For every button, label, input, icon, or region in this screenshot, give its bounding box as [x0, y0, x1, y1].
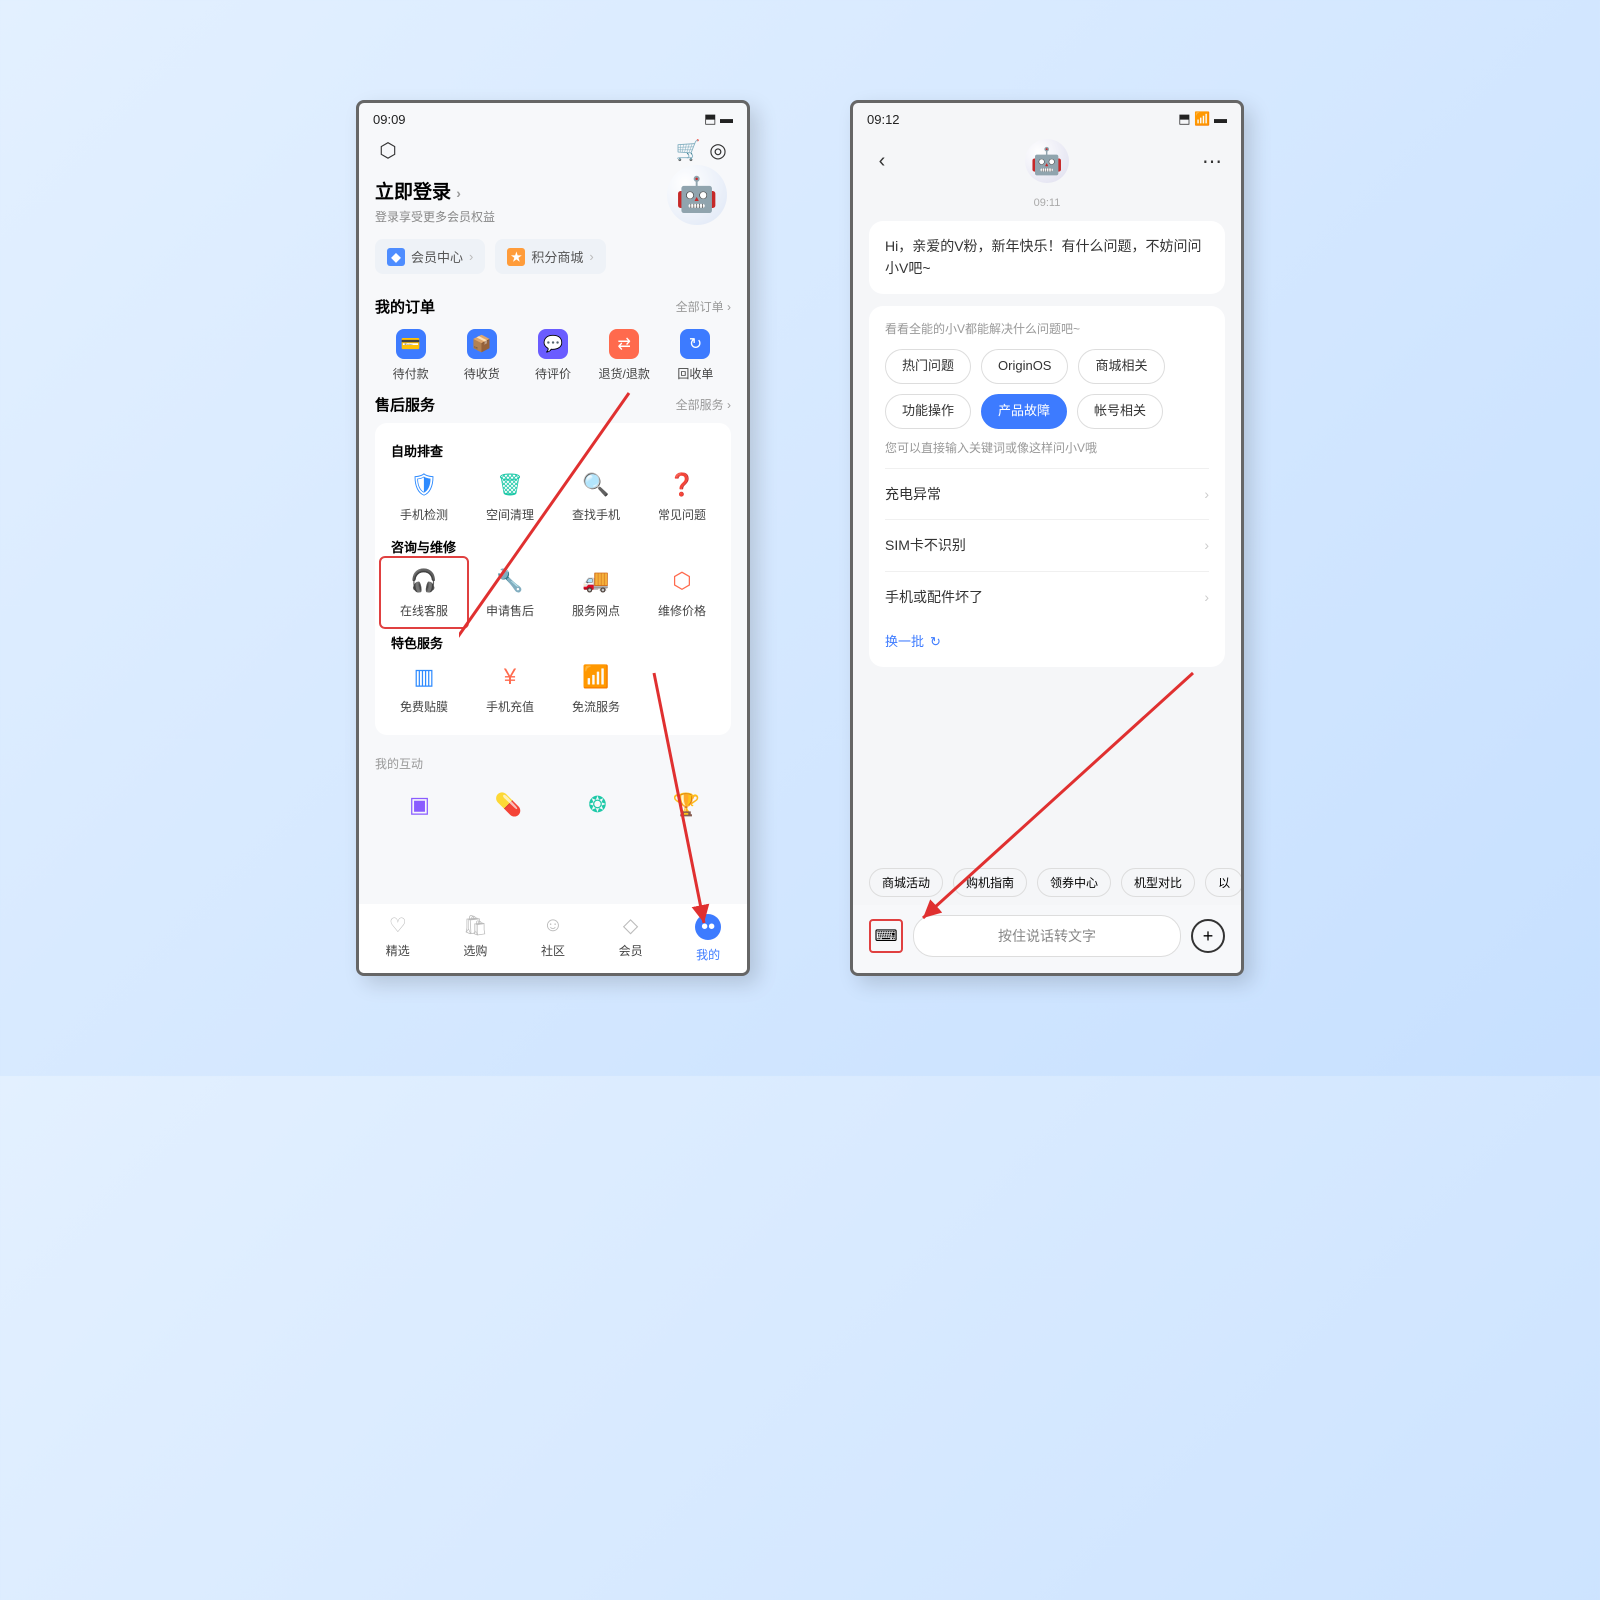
options-bubble: 看看全能的小V都能解决什么问题吧~ 热门问题OriginOS商城相关功能操作产品… — [869, 306, 1225, 667]
left-screen: 09:09 ⬒ ▬ ⬡ 🛒 ◎ 立即登录 › 登录享受更多会员权益 🤖 ◆会员中… — [356, 100, 750, 976]
settings-icon[interactable]: ⬡ — [373, 135, 403, 165]
plus-icon[interactable]: + — [1191, 919, 1225, 953]
tabbar: ♡精选🛍选购☺社区◇会员••我的 — [359, 904, 747, 973]
tag[interactable]: 商城相关 — [1078, 349, 1164, 384]
quick-pills[interactable]: 商城活动购机指南领券中心机型对比以 — [853, 860, 1241, 905]
login-block[interactable]: 立即登录 › 登录享受更多会员权益 🤖 — [359, 171, 747, 239]
status-icons: ⬒ 📶 ▬ — [1178, 111, 1227, 127]
pill[interactable]: 商城活动 — [869, 868, 943, 897]
chat-header: ‹ 🤖 ⋯ — [853, 131, 1241, 191]
service-item[interactable]: 🗑空间清理 — [467, 462, 553, 531]
chip[interactable]: ★积分商城› — [495, 239, 605, 274]
order-item[interactable]: 📦待收货 — [446, 325, 517, 386]
bot-avatar-icon: 🤖 — [1025, 139, 1069, 183]
order-item[interactable]: 💬待评价 — [517, 325, 588, 386]
service-item[interactable]: ¥手机充值 — [467, 654, 553, 723]
interact-item[interactable]: ❂ — [553, 786, 642, 830]
tab-精选[interactable]: ♡精选 — [359, 910, 437, 967]
tag[interactable]: OriginOS — [981, 349, 1068, 384]
right-screen: 09:12 ⬒ 📶 ▬ ‹ 🤖 ⋯ 09:11 Hi，亲爱的V粉，新年快乐！有什… — [850, 100, 1244, 976]
service-item[interactable]: ❓常见问题 — [639, 462, 725, 531]
tag[interactable]: 产品故障 — [981, 394, 1067, 429]
pill[interactable]: 购机指南 — [953, 868, 1027, 897]
pill[interactable]: 以 — [1205, 868, 1241, 897]
avatar-icon[interactable]: 🤖 — [667, 165, 727, 225]
keyboard-icon[interactable]: ⌨ — [869, 919, 903, 953]
chat-time: 09:11 — [853, 191, 1241, 215]
tab-我的[interactable]: ••我的 — [669, 910, 747, 967]
tag[interactable]: 功能操作 — [885, 394, 971, 429]
voice-input[interactable]: 按住说话转文字 — [913, 915, 1181, 957]
refresh-button[interactable]: 换一批↻ — [885, 622, 1209, 653]
greeting-bubble: Hi，亲爱的V粉，新年快乐！有什么问题，不妨问问小V吧~ — [869, 221, 1225, 294]
tab-社区[interactable]: ☺社区 — [514, 910, 592, 967]
pill[interactable]: 领券中心 — [1037, 868, 1111, 897]
service-more[interactable]: 全部服务 › — [676, 396, 731, 413]
tab-选购[interactable]: 🛍选购 — [437, 910, 515, 967]
service-item[interactable]: ▥免费贴膜 — [381, 654, 467, 723]
service-item[interactable]: ⬡维修价格 — [639, 558, 725, 627]
service-card: 自助排查 🛡手机检测🗑空间清理🔍查找手机❓常见问题 咨询与维修 🎧在线客服🔧申请… — [375, 423, 731, 735]
interact-item[interactable]: ▣ — [375, 786, 464, 830]
status-time: 09:09 — [373, 112, 406, 127]
more-icon[interactable]: ⋯ — [1197, 146, 1227, 176]
service-item[interactable]: 🔧申请售后 — [467, 558, 553, 627]
service-item[interactable]: 🔍查找手机 — [553, 462, 639, 531]
service-item[interactable]: 🚚服务网点 — [553, 558, 639, 627]
status-icons: ⬒ ▬ — [704, 111, 733, 127]
pill[interactable]: 机型对比 — [1121, 868, 1195, 897]
interact-item[interactable]: 💊 — [464, 786, 553, 830]
order-item[interactable]: 💳待付款 — [375, 325, 446, 386]
login-title: 立即登录 — [375, 182, 451, 203]
chip[interactable]: ◆会员中心› — [375, 239, 485, 274]
order-item[interactable]: ⇄退货/退款 — [589, 325, 660, 386]
orders-header: 我的订单 全部订单 › — [375, 288, 731, 325]
question-item[interactable]: 手机或配件坏了› — [885, 571, 1209, 622]
tag[interactable]: 热门问题 — [885, 349, 971, 384]
service-item[interactable]: 📶免流服务 — [553, 654, 639, 723]
orders-more[interactable]: 全部订单 › — [676, 298, 731, 315]
refresh-icon: ↻ — [930, 632, 941, 653]
order-item[interactable]: ↻回收单 — [660, 325, 731, 386]
service-item[interactable]: 🛡手机检测 — [381, 462, 467, 531]
orders-row: 💳待付款📦待收货💬待评价⇄退货/退款↻回收单 — [375, 325, 731, 386]
login-chips: ◆会员中心› ★积分商城› — [359, 239, 747, 288]
status-time: 09:12 — [867, 112, 900, 127]
service-header: 售后服务 全部服务 › — [375, 386, 731, 423]
interact-item[interactable]: 🏆 — [642, 786, 731, 830]
question-item[interactable]: SIM卡不识别› — [885, 519, 1209, 570]
status-bar: 09:09 ⬒ ▬ — [359, 103, 747, 131]
interact-header: 我的互动 — [375, 747, 731, 780]
cart-icon[interactable]: 🛒 — [673, 135, 703, 165]
service-item[interactable]: 🎧在线客服 — [379, 556, 469, 629]
status-bar: 09:12 ⬒ 📶 ▬ — [853, 103, 1241, 131]
input-bar: ⌨ 按住说话转文字 + — [853, 905, 1241, 973]
back-icon[interactable]: ‹ — [867, 146, 897, 176]
tab-会员[interactable]: ◇会员 — [592, 910, 670, 967]
question-item[interactable]: 充电异常› — [885, 468, 1209, 519]
message-icon[interactable]: ◎ — [703, 135, 733, 165]
tag[interactable]: 帐号相关 — [1077, 394, 1163, 429]
